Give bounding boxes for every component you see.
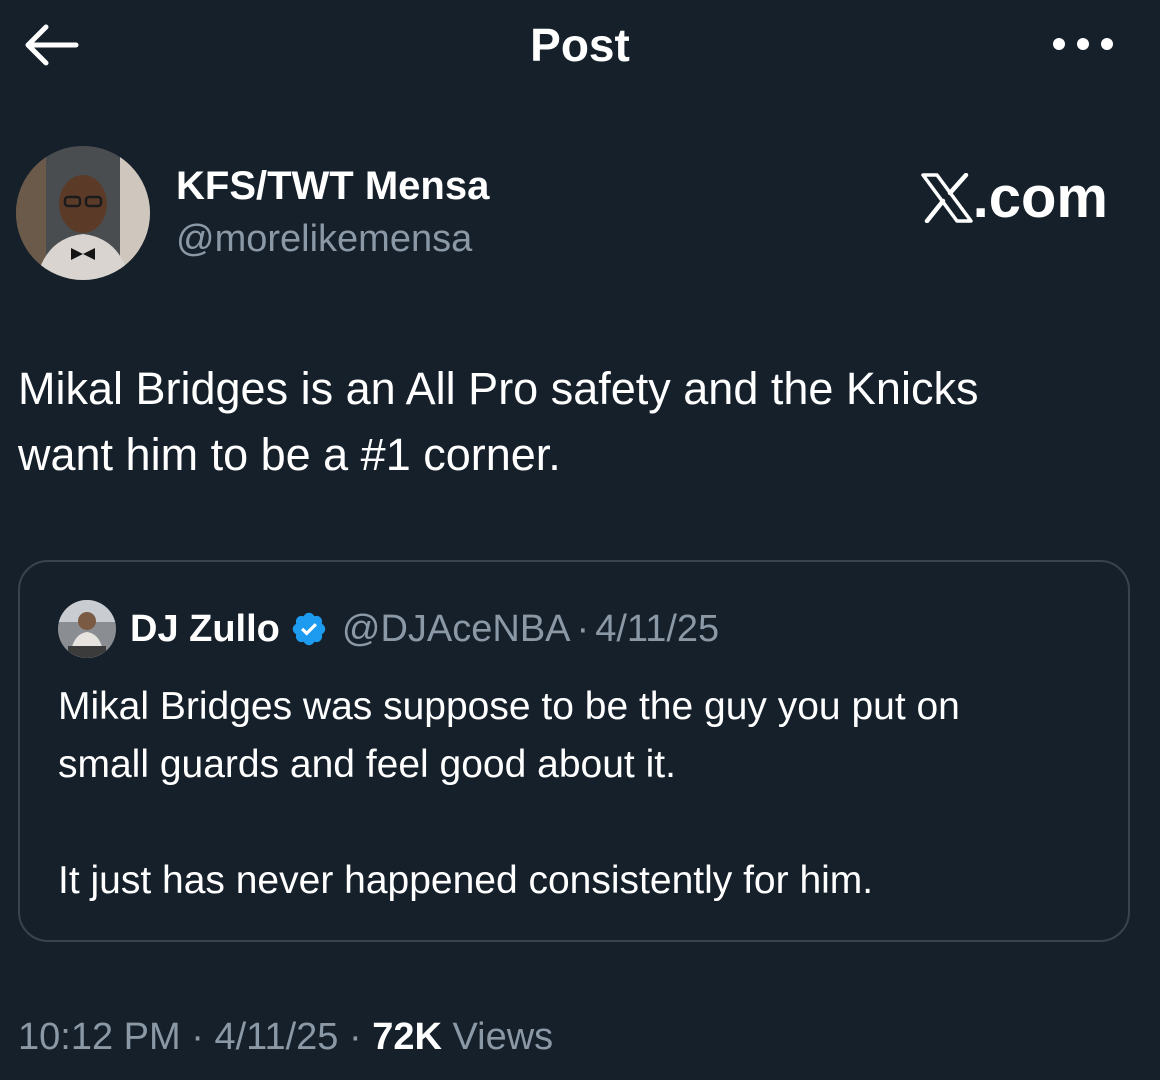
x-watermark: .com xyxy=(920,165,1108,230)
quote-date: 4/11/25 xyxy=(595,607,720,650)
verified-badge-icon xyxy=(292,612,326,646)
views-label: Views xyxy=(452,1016,554,1058)
top-bar: Post xyxy=(0,0,1160,90)
separator-dot: · xyxy=(191,1016,204,1058)
views-count[interactable]: 72K xyxy=(372,1016,442,1058)
post-date: 4/11/25 xyxy=(214,1016,339,1058)
post-time: 10:12 PM xyxy=(18,1016,181,1058)
quote-author-avatar xyxy=(58,600,116,658)
quote-header: DJ Zullo @DJAceNBA · 4/11/25 xyxy=(58,600,719,658)
separator-dot: · xyxy=(348,1016,362,1058)
author-name[interactable]: KFS/TWT Mensa xyxy=(176,162,489,210)
separator-dot: · xyxy=(576,607,590,650)
watermark-domain: .com xyxy=(972,165,1108,230)
quote-text: Mikal Bridges was suppose to be the guy … xyxy=(58,685,960,902)
x-logo xyxy=(920,173,973,223)
more-options-button[interactable] xyxy=(1046,26,1120,62)
quoted-post[interactable]: DJ Zullo @DJAceNBA · 4/11/25 Mikal Bridg… xyxy=(18,560,1130,942)
author-handle[interactable]: @morelikemensa xyxy=(176,216,472,262)
author-avatar[interactable] xyxy=(16,146,150,280)
quote-author-name: DJ Zullo xyxy=(130,607,280,650)
more-dots-icon xyxy=(1053,38,1113,50)
post-meta: 10:12 PM · 4/11/25 · 72K Views xyxy=(18,1014,553,1060)
post-text: Mikal Bridges is an All Pro safety and t… xyxy=(18,363,979,480)
page-title: Post xyxy=(530,19,630,71)
quote-author-handle: @DJAceNBA xyxy=(341,607,571,650)
author-block: KFS/TWT Mensa @morelikemensa .com xyxy=(16,146,1144,280)
